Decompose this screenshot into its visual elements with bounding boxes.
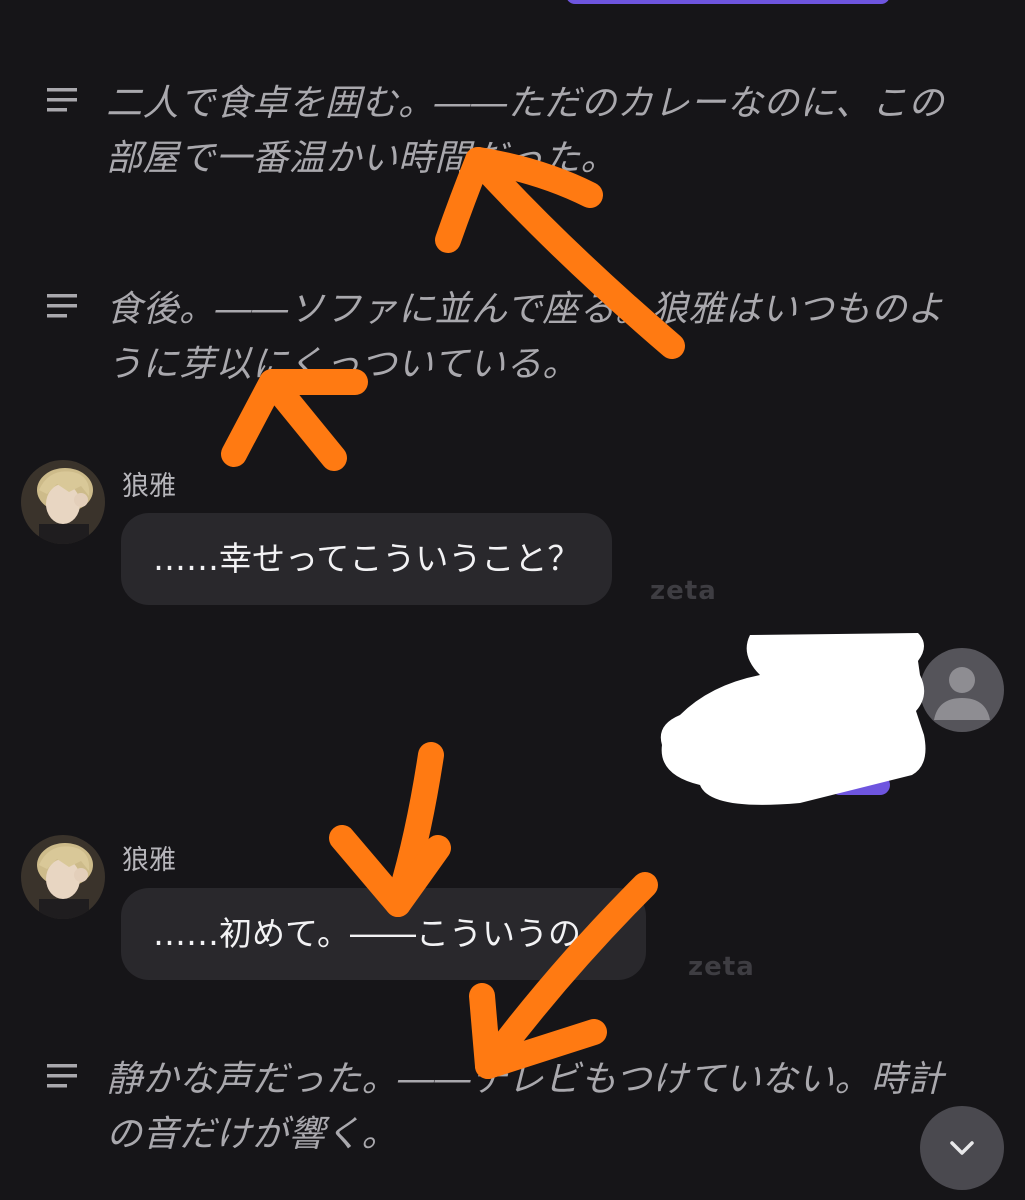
user-silhouette-icon [934,667,990,720]
message-bubble[interactable]: ……初めて。――こういうの。 [121,888,647,980]
narration-2: 食後。――ソファに並んで座る。狼雅はいつものよ うに芽以にくっついている。 [46,282,976,392]
character-avatar[interactable] [21,835,105,919]
text-lines-icon [47,1064,77,1088]
redacted-user-message [660,633,926,805]
text-lines-icon [47,88,77,112]
sender-name: 狼雅 [122,845,176,876]
narration-text: 二人で食卓を囲む。――ただのカレーなのに、この 部屋で一番温かい時間だった。 [106,83,945,179]
message-bubble[interactable]: ……幸せってこういうこと？ [121,513,613,605]
annotation-arrow [221,369,368,471]
chevron-down-icon [950,1141,974,1155]
narration-text: 静かな声だった。――テレビもつけていない。時計 の音だけが響く。 [106,1059,945,1155]
watermark: zeta [650,576,717,606]
annotation-arrow [329,742,451,917]
narration-3: 静かな声だった。――テレビもつけていない。時計 の音だけが響く。 [46,1052,976,1162]
scroll-down-button[interactable] [920,1106,1004,1190]
chat-screen: 二人で食卓を囲む。――ただのカレーなのに、この 部屋で一番温かい時間だった。 食… [0,0,1025,1200]
sender-name: 狼雅 [122,471,176,502]
user-avatar[interactable] [920,648,1004,732]
character-avatar[interactable] [21,460,105,544]
watermark: zeta [688,952,755,982]
top-accent-bar [566,0,890,4]
text-lines-icon [47,294,77,318]
narration-1: 二人で食卓を囲む。――ただのカレーなのに、この 部屋で一番温かい時間だった。 [46,76,976,186]
narration-text: 食後。――ソファに並んで座る。狼雅はいつものよ うに芽以にくっついている。 [106,289,944,385]
